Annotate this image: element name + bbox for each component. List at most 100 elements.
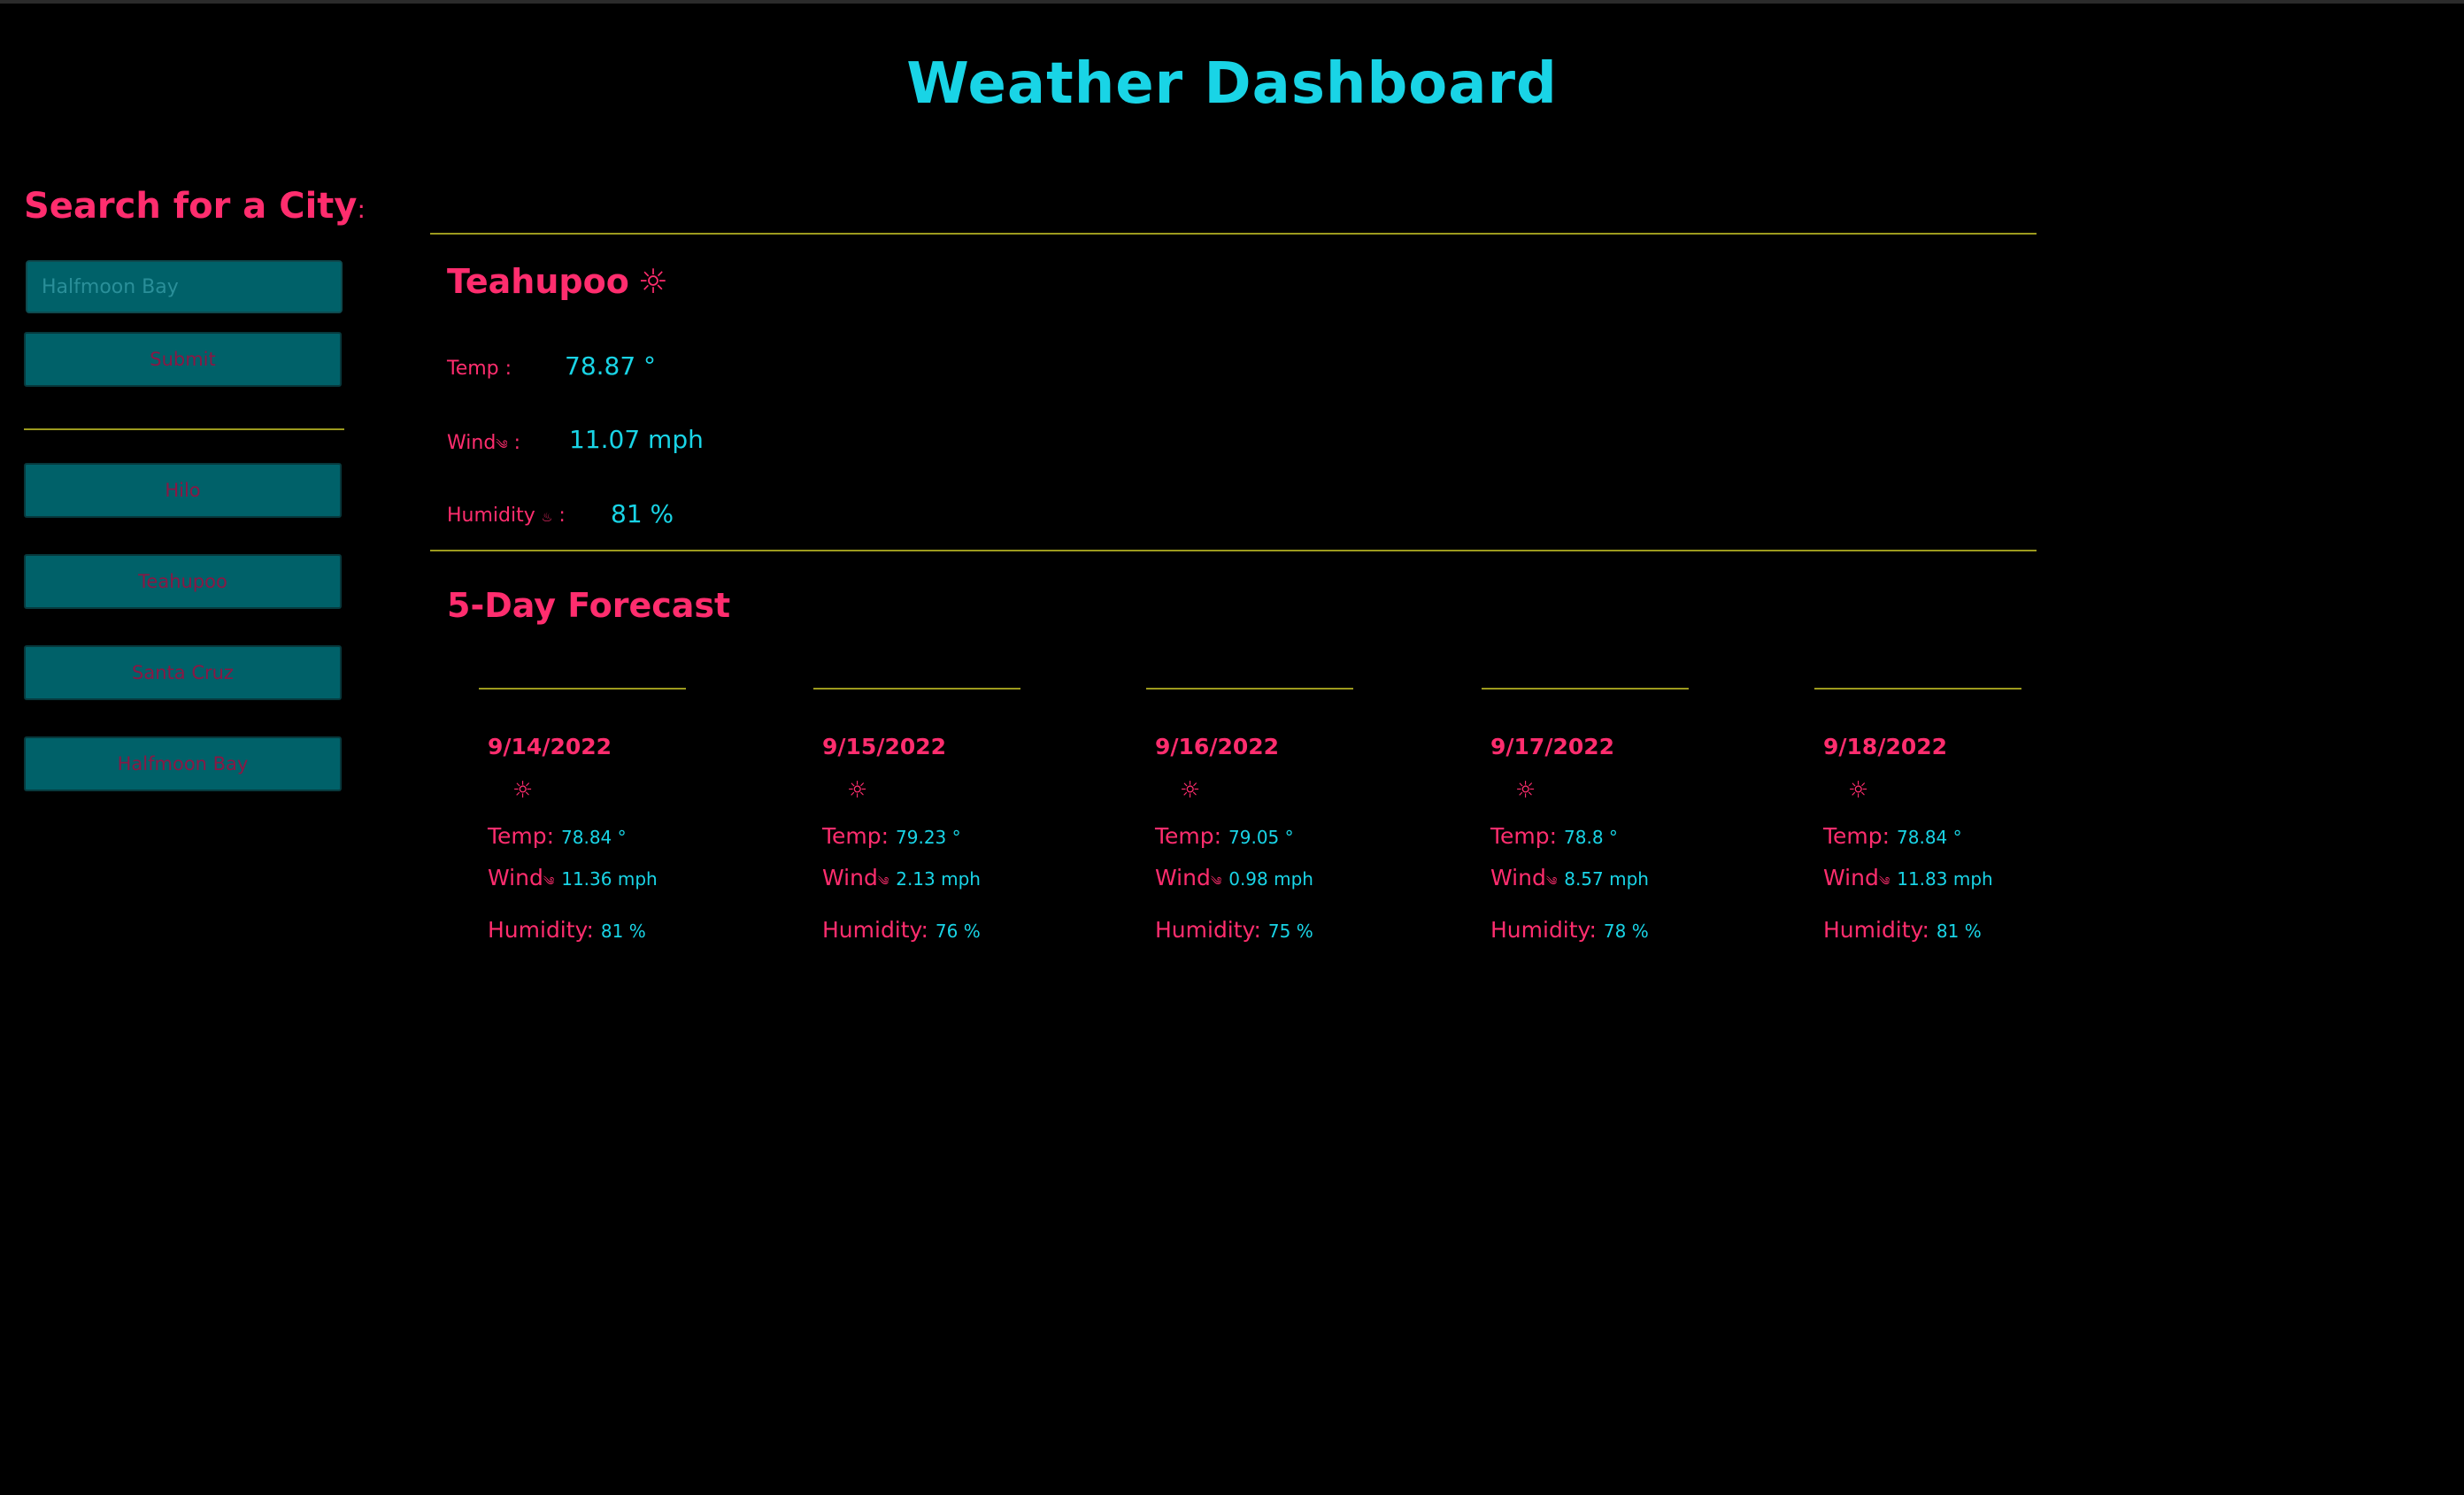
- current-wind-value: 11.07 mph: [569, 425, 704, 454]
- current-humidity-label: Humidity ♨ :: [447, 505, 566, 527]
- forecast-wind: Wind༄ 11.83 mph: [1823, 865, 2021, 901]
- forecast-wind-value: 2.13 mph: [896, 868, 981, 890]
- forecast-temp: Temp: 78.84 °: [1823, 823, 2021, 849]
- current-city-name: Teahupoo: [447, 262, 629, 301]
- wind-icon: ༄: [1878, 875, 1890, 889]
- forecast-humidity-value: 75 %: [1267, 921, 1313, 942]
- forecast-temp-value: 78.8 °: [1564, 827, 1618, 848]
- history-button-hilo[interactable]: Hilo: [24, 463, 342, 518]
- current-humidity-colon: :: [558, 505, 566, 527]
- forecast-temp-label: Temp:: [488, 823, 555, 849]
- forecast-temp-value: 78.84 °: [561, 827, 627, 848]
- forecast-temp: Temp: 78.84 °: [488, 823, 686, 849]
- window-top-border: [0, 0, 2464, 4]
- forecast-wind-value: 11.83 mph: [1897, 868, 1993, 890]
- wind-icon: ༄: [543, 875, 555, 889]
- current-temp-label: Temp :: [447, 358, 512, 380]
- current-humidity-value: 81 %: [611, 499, 674, 528]
- humidity-icon: ♨: [541, 511, 553, 525]
- forecast-wind: Wind༄ 0.98 mph: [1155, 865, 1353, 901]
- forecast-wind-label: Wind: [1823, 865, 1879, 890]
- page-title: Weather Dashboard: [906, 51, 1558, 117]
- search-heading: Search for a City:: [24, 186, 366, 227]
- forecast-temp: Temp: 79.23 °: [822, 823, 1020, 849]
- current-humidity-label-text: Humidity: [447, 505, 535, 527]
- current-city-title: Teahupoo ☼: [447, 262, 668, 301]
- forecast-temp: Temp: 79.05 °: [1155, 823, 1353, 849]
- forecast-card: 9/15/2022 ☼ Temp: 79.23 ° Wind༄ 2.13 mph…: [813, 688, 1020, 943]
- forecast-wind-label: Wind: [822, 865, 878, 890]
- sun-icon: ☼: [847, 777, 868, 804]
- forecast-date: 9/15/2022: [822, 734, 947, 759]
- forecast-card: 9/16/2022 ☼ Temp: 79.05 ° Wind༄ 0.98 mph…: [1146, 688, 1353, 943]
- search-heading-text: Search for a City: [24, 186, 358, 227]
- current-wind-label-text: Wind: [447, 432, 497, 454]
- current-bottom-divider: [430, 550, 2037, 551]
- forecast-humidity-value: 81 %: [600, 921, 646, 942]
- forecast-card-divider: [813, 688, 1020, 690]
- search-heading-colon: :: [357, 195, 366, 224]
- wind-icon: ༄: [496, 438, 508, 452]
- history-button-santa-cruz[interactable]: Santa Cruz: [24, 645, 342, 700]
- sun-icon: ☼: [637, 262, 668, 301]
- forecast-temp-value: 78.84 °: [1897, 827, 1962, 848]
- sun-icon: ☼: [1848, 777, 1869, 804]
- forecast-date: 9/17/2022: [1490, 734, 1615, 759]
- wind-icon: ༄: [877, 875, 889, 889]
- forecast-temp-label: Temp:: [1823, 823, 1890, 849]
- forecast-humidity-label: Humidity:: [488, 917, 594, 943]
- forecast-temp-label: Temp:: [1490, 823, 1558, 849]
- submit-button[interactable]: Submit: [24, 332, 342, 387]
- forecast-temp-value: 79.05 °: [1228, 827, 1294, 848]
- sun-icon: ☼: [512, 777, 534, 804]
- forecast-temp: Temp: 78.8 °: [1490, 823, 1689, 849]
- forecast-humidity-value: 81 %: [1936, 921, 1982, 942]
- forecast-humidity: Humidity: 75 %: [1155, 917, 1353, 943]
- forecast-wind-label: Wind: [488, 865, 543, 890]
- forecast-wind-label: Wind: [1490, 865, 1546, 890]
- forecast-wind-value: 8.57 mph: [1564, 868, 1649, 890]
- forecast-temp-label: Temp:: [822, 823, 889, 849]
- history-button-teahupoo[interactable]: Teahupoo: [24, 554, 342, 609]
- sun-icon: ☼: [1180, 777, 1201, 804]
- forecast-wind: Wind༄ 8.57 mph: [1490, 865, 1689, 901]
- forecast-card-divider: [1814, 688, 2021, 690]
- forecast-date: 9/18/2022: [1823, 734, 1948, 759]
- forecast-wind-value: 0.98 mph: [1228, 868, 1313, 890]
- current-wind-colon: :: [513, 432, 521, 454]
- forecast-humidity-label: Humidity:: [1155, 917, 1261, 943]
- wind-icon: ༄: [1210, 875, 1222, 889]
- forecast-date: 9/16/2022: [1155, 734, 1280, 759]
- forecast-humidity: Humidity: 81 %: [1823, 917, 2021, 943]
- current-wind-label: Wind༄ :: [447, 430, 520, 466]
- current-temp-value: 78.87 °: [565, 351, 657, 381]
- forecast-temp-value: 79.23 °: [896, 827, 961, 848]
- sidebar-divider: [24, 428, 344, 430]
- forecast-humidity-label: Humidity:: [1823, 917, 1929, 943]
- forecast-card: 9/14/2022 ☼ Temp: 78.84 ° Wind༄ 11.36 mp…: [479, 688, 686, 943]
- forecast-humidity-value: 76 %: [935, 921, 981, 942]
- forecast-humidity-label: Humidity:: [1490, 917, 1597, 943]
- wind-icon: ༄: [1545, 875, 1558, 889]
- forecast-humidity-label: Humidity:: [822, 917, 928, 943]
- forecast-humidity-value: 78 %: [1603, 921, 1649, 942]
- forecast-wind: Wind༄ 11.36 mph: [488, 865, 686, 901]
- forecast-humidity: Humidity: 78 %: [1490, 917, 1689, 943]
- forecast-wind: Wind༄ 2.13 mph: [822, 865, 1020, 901]
- forecast-card-divider: [479, 688, 686, 690]
- forecast-humidity: Humidity: 81 %: [488, 917, 686, 943]
- forecast-date: 9/14/2022: [488, 734, 612, 759]
- forecast-wind-value: 11.36 mph: [561, 868, 658, 890]
- forecast-wind-label: Wind: [1155, 865, 1211, 890]
- history-button-halfmoon-bay[interactable]: Halfmoon Bay: [24, 736, 342, 791]
- forecast-card-divider: [1146, 688, 1353, 690]
- city-search-input[interactable]: [26, 260, 343, 313]
- current-top-divider: [430, 233, 2037, 235]
- forecast-card: 9/17/2022 ☼ Temp: 78.8 ° Wind༄ 8.57 mph …: [1482, 688, 1689, 943]
- forecast-card-divider: [1482, 688, 1689, 690]
- forecast-heading: 5-Day Forecast: [447, 586, 731, 625]
- forecast-humidity: Humidity: 76 %: [822, 917, 1020, 943]
- forecast-temp-label: Temp:: [1155, 823, 1222, 849]
- sun-icon: ☼: [1515, 777, 1536, 804]
- forecast-card: 9/18/2022 ☼ Temp: 78.84 ° Wind༄ 11.83 mp…: [1814, 688, 2021, 943]
